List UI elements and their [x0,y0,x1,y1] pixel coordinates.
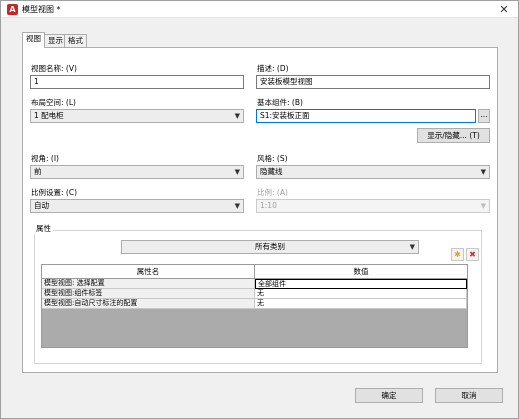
cancel-button[interactable]: 取消 [435,388,503,403]
view-angle-value: 前 [34,167,42,176]
property-value-cell[interactable]: 全部组件 [255,279,467,289]
view-angle-select[interactable]: 前 ▼ [30,165,244,179]
base-component-input[interactable]: S1:安装板正面 [256,109,476,123]
description-label: 描述: (D) [257,64,289,73]
property-category-select[interactable]: 所有类别 ▼ [121,240,419,254]
ok-button[interactable]: 确定 [355,388,423,403]
properties-grid: 属性名 数值 模型视图: 选择配置 全部组件 模型视图:组件标签 无 模型视图:… [41,264,468,348]
tab-view[interactable]: 视图 [22,32,45,48]
chevron-down-icon: ▼ [480,202,486,210]
property-value-cell[interactable]: 无 [255,289,467,299]
delete-property-icon[interactable]: ✖ [466,248,479,261]
property-name-cell: 模型视图:自动尺寸标注的配置 [42,299,255,309]
base-component-label: 基本组件: (B) [257,98,303,107]
chevron-down-icon: ▼ [409,243,415,251]
close-icon[interactable]: ✕ [496,1,512,18]
layout-space-select[interactable]: 1 配电柜 ▼ [30,109,244,123]
view-angle-label: 视角: (I) [31,154,59,163]
chevron-down-icon: ▼ [234,112,240,120]
view-name-label: 视图名称: (V) [31,64,77,73]
title-bar[interactable]: A 模型视图 * ✕ [1,1,518,18]
property-category-value: 所有类别 [255,242,285,251]
table-row[interactable]: 模型视图:组件标签 无 [42,289,467,299]
chevron-down-icon: ▼ [234,202,240,210]
layout-space-label: 布局空间: (L) [31,98,76,107]
layout-space-value: 1 配电柜 [34,111,64,120]
model-view-dialog: A 模型视图 * ✕ 视图 显示 格式 视图名称: (V) 1 描述: (D) … [0,0,519,419]
description-input[interactable]: 安装板模型视图 [256,75,490,89]
property-name-cell: 模型视图: 选择配置 [42,279,255,289]
property-value-cell[interactable]: 无 [255,299,467,309]
tab-format[interactable]: 格式 [64,34,87,48]
browse-component-button[interactable]: ... [478,109,490,123]
scale-select: 1:10 ▼ [256,199,490,213]
style-value: 隐藏线 [260,167,283,176]
style-select[interactable]: 隐藏线 ▼ [256,165,490,179]
chevron-down-icon: ▼ [480,168,486,176]
add-property-icon[interactable]: ✱ [451,248,464,261]
show-hide-button[interactable]: 显示/隐藏... (T) [417,128,490,143]
column-header-name[interactable]: 属性名 [42,265,255,278]
column-header-value[interactable]: 数值 [255,265,467,278]
view-name-input[interactable]: 1 [30,75,244,89]
scale-label: 比例: (A) [257,188,288,197]
scale-setting-select[interactable]: 自动 ▼ [30,199,244,213]
grid-header: 属性名 数值 [42,265,467,279]
properties-group-title: 属性 [34,224,53,234]
table-row[interactable]: 模型视图:自动尺寸标注的配置 无 [42,299,467,309]
table-row[interactable]: 模型视图: 选择配置 全部组件 [42,279,467,289]
scale-value: 1:10 [260,201,277,210]
window-title: 模型视图 * [22,5,61,14]
chevron-down-icon: ▼ [234,168,240,176]
scale-setting-label: 比例设置: (C) [31,188,77,197]
style-label: 风格: (S) [257,154,288,163]
scale-setting-value: 自动 [34,201,49,210]
property-name-cell: 模型视图:组件标签 [42,289,255,299]
app-icon: A [7,4,18,15]
